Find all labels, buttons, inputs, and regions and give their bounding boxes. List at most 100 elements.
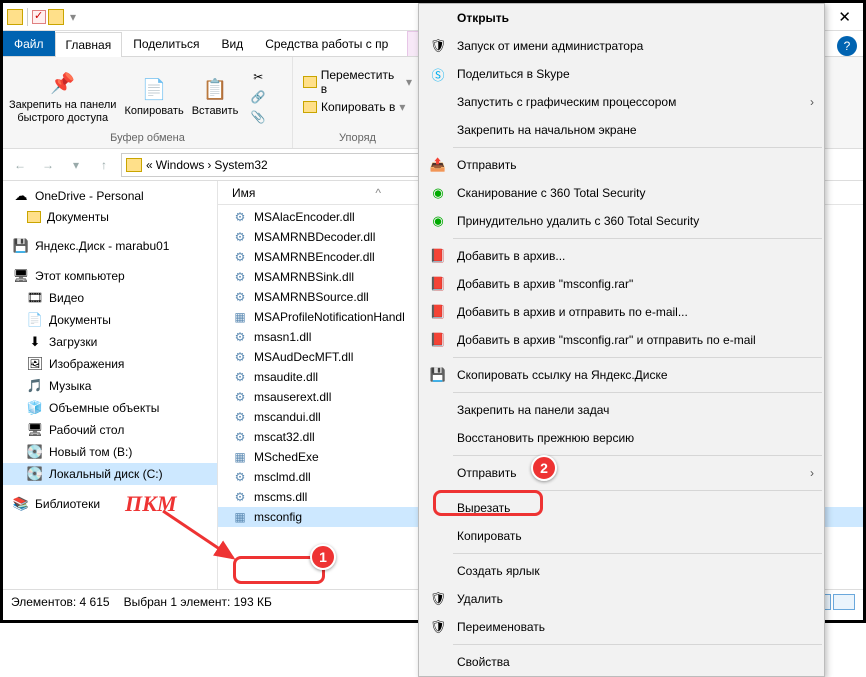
music-icon: 🎵 xyxy=(27,378,43,394)
file-icon: ▦ xyxy=(232,449,248,465)
file-icon: ▦ xyxy=(232,509,248,525)
file-name: msconfig xyxy=(254,510,302,524)
paste-icon: 📋 xyxy=(201,75,229,103)
file-name: MSAProfileNotificationHandl xyxy=(254,310,405,324)
cm-restore[interactable]: Восстановить прежнюю версию xyxy=(419,424,824,452)
nav-localdisk[interactable]: 💽Локальный диск (C:) xyxy=(3,463,217,485)
tab-view[interactable]: Вид xyxy=(210,31,254,56)
pasteshortcut-small-button[interactable]: 📎 xyxy=(246,108,270,126)
up-button[interactable]: ↑ xyxy=(93,154,115,176)
cm-pinstart[interactable]: Закрепить на начальном экране xyxy=(419,116,824,144)
close-button[interactable]: ✕ xyxy=(826,3,863,30)
cm-gpu[interactable]: Запустить с графическим процессором› xyxy=(419,88,824,116)
docs-icon: 📄 xyxy=(27,312,43,328)
copy-button[interactable]: 📄Копировать xyxy=(124,75,183,117)
file-icon: ⚙ xyxy=(232,349,248,365)
paste-button[interactable]: 📋Вставить xyxy=(192,75,239,117)
file-icon: ⚙ xyxy=(232,269,248,285)
clipboard-group-label: Буфер обмена xyxy=(9,132,286,144)
nav-docs2[interactable]: 📄Документы xyxy=(3,309,217,331)
nav-video[interactable]: 🎞Видео xyxy=(3,287,217,309)
file-icon: ⚙ xyxy=(232,469,248,485)
cm-runadmin[interactable]: 🛡Запуск от имени администратора xyxy=(419,32,824,60)
cm-yacopy[interactable]: 💾Скопировать ссылку на Яндекс.Диске xyxy=(419,361,824,389)
cm-share[interactable]: 📤Отправить xyxy=(419,151,824,179)
file-name: mscat32.dll xyxy=(254,430,315,444)
tab-tools[interactable]: Средства работы с пр xyxy=(254,31,399,56)
back-button[interactable]: ← xyxy=(9,154,31,176)
file-icon: ⚙ xyxy=(232,429,248,445)
qat-properties-icon[interactable] xyxy=(32,10,46,24)
cm-copy[interactable]: Копировать xyxy=(419,522,824,550)
download-icon: ⬇ xyxy=(27,334,43,350)
nav-newvol[interactable]: 💽Новый том (B:) xyxy=(3,441,217,463)
nav-desktop[interactable]: 🖥Рабочий стол xyxy=(3,419,217,441)
cm-rename[interactable]: 🛡Переименовать xyxy=(419,613,824,641)
tab-home[interactable]: Главная xyxy=(55,32,123,57)
cm-arch2[interactable]: 📕Добавить в архив "msconfig.rar" xyxy=(419,270,824,298)
nav-libraries[interactable]: 📚Библиотеки xyxy=(3,493,217,515)
forward-button[interactable]: → xyxy=(37,154,59,176)
cm-pintask[interactable]: Закрепить на панели задач xyxy=(419,396,824,424)
cm-delete[interactable]: 🛡Удалить xyxy=(419,585,824,613)
cloud-icon: ☁ xyxy=(13,188,29,204)
qat-overflow-icon[interactable]: ▾ xyxy=(66,10,80,24)
shield-icon: 🛡 xyxy=(429,37,447,55)
copyto-button[interactable]: Копировать в ▾ xyxy=(299,99,416,115)
cm-scan360[interactable]: ◉Сканирование с 360 Total Security xyxy=(419,179,824,207)
cm-arch4[interactable]: 📕Добавить в архив "msconfig.rar" и отпра… xyxy=(419,326,824,354)
desktop-icon: 🖥 xyxy=(27,422,43,438)
nav-yadisk[interactable]: 💾Яндекс.Диск - marabu01 xyxy=(3,235,217,257)
organize-group-label: Упоряд xyxy=(299,132,416,144)
yadisk-icon: 💾 xyxy=(13,238,29,254)
qat-newfolder-icon[interactable] xyxy=(48,9,64,25)
file-name: MSchedExe xyxy=(254,450,319,464)
cm-del360[interactable]: ◉Принудительно удалить с 360 Total Secur… xyxy=(419,207,824,235)
pc-icon: 🖥 xyxy=(13,268,29,284)
cm-arch1[interactable]: 📕Добавить в архив... xyxy=(419,242,824,270)
file-icon: ⚙ xyxy=(232,389,248,405)
copy-icon: 📄 xyxy=(140,75,168,103)
view-icons-button[interactable] xyxy=(833,594,855,610)
nav-onedrive[interactable]: ☁OneDrive - Personal xyxy=(3,185,217,207)
rar-icon: 📕 xyxy=(429,275,447,293)
cm-props[interactable]: Свойства xyxy=(419,648,824,676)
moveto-button[interactable]: Переместить в ▾ xyxy=(299,67,416,97)
nav-pictures[interactable]: 🖼Изображения xyxy=(3,353,217,375)
copypath-small-button[interactable]: 🔗 xyxy=(246,88,270,106)
nav-downloads[interactable]: ⬇Загрузки xyxy=(3,331,217,353)
nav-documents[interactable]: Документы xyxy=(3,207,217,227)
nav-thispc[interactable]: 🖥Этот компьютер xyxy=(3,265,217,287)
file-icon: ⚙ xyxy=(232,209,248,225)
recent-button[interactable]: ▾ xyxy=(65,154,87,176)
context-menu: Открыть 🛡Запуск от имени администратора … xyxy=(418,3,825,677)
cm-cut[interactable]: Вырезать xyxy=(419,494,824,522)
cm-sendto[interactable]: Отправить› xyxy=(419,459,824,487)
file-name: MSAMRNBSink.dll xyxy=(254,270,354,284)
file-name: MSAMRNBEncoder.dll xyxy=(254,250,375,264)
nav-3d[interactable]: 🧊Объемные объекты xyxy=(3,397,217,419)
annotation-badge-1: 1 xyxy=(310,544,336,570)
360-icon: ◉ xyxy=(429,212,447,230)
tab-share[interactable]: Поделиться xyxy=(122,31,210,56)
path-icon: 🔗 xyxy=(250,89,266,105)
breadcrumb[interactable]: « Windows › System32 xyxy=(121,153,451,177)
help-button[interactable]: ? xyxy=(837,36,857,56)
rar-icon: 📕 xyxy=(429,303,447,321)
file-icon: ⚙ xyxy=(232,329,248,345)
cm-arch3[interactable]: 📕Добавить в архив и отправить по e-mail.… xyxy=(419,298,824,326)
video-icon: 🎞 xyxy=(27,290,43,306)
cm-skype[interactable]: ⓈПоделиться в Skype xyxy=(419,60,824,88)
status-selection: Выбран 1 элемент: 193 КБ xyxy=(124,595,272,609)
share-icon: 📤 xyxy=(429,156,447,174)
drive-icon: 💽 xyxy=(27,466,43,482)
nav-music[interactable]: 🎵Музыка xyxy=(3,375,217,397)
cm-shortcut[interactable]: Создать ярлык xyxy=(419,557,824,585)
cm-open[interactable]: Открыть xyxy=(419,4,824,32)
pin-quickaccess-button[interactable]: 📌Закрепить на панели быстрого доступа xyxy=(9,69,116,123)
tab-file[interactable]: Файл xyxy=(3,31,55,56)
qat: ▾ xyxy=(3,8,84,26)
cut-small-button[interactable]: ✂ xyxy=(246,68,270,86)
nav-pane[interactable]: ☁OneDrive - Personal Документы 💾Яндекс.Д… xyxy=(3,181,218,589)
annotation-pkm-label: ПКМ xyxy=(125,491,177,517)
